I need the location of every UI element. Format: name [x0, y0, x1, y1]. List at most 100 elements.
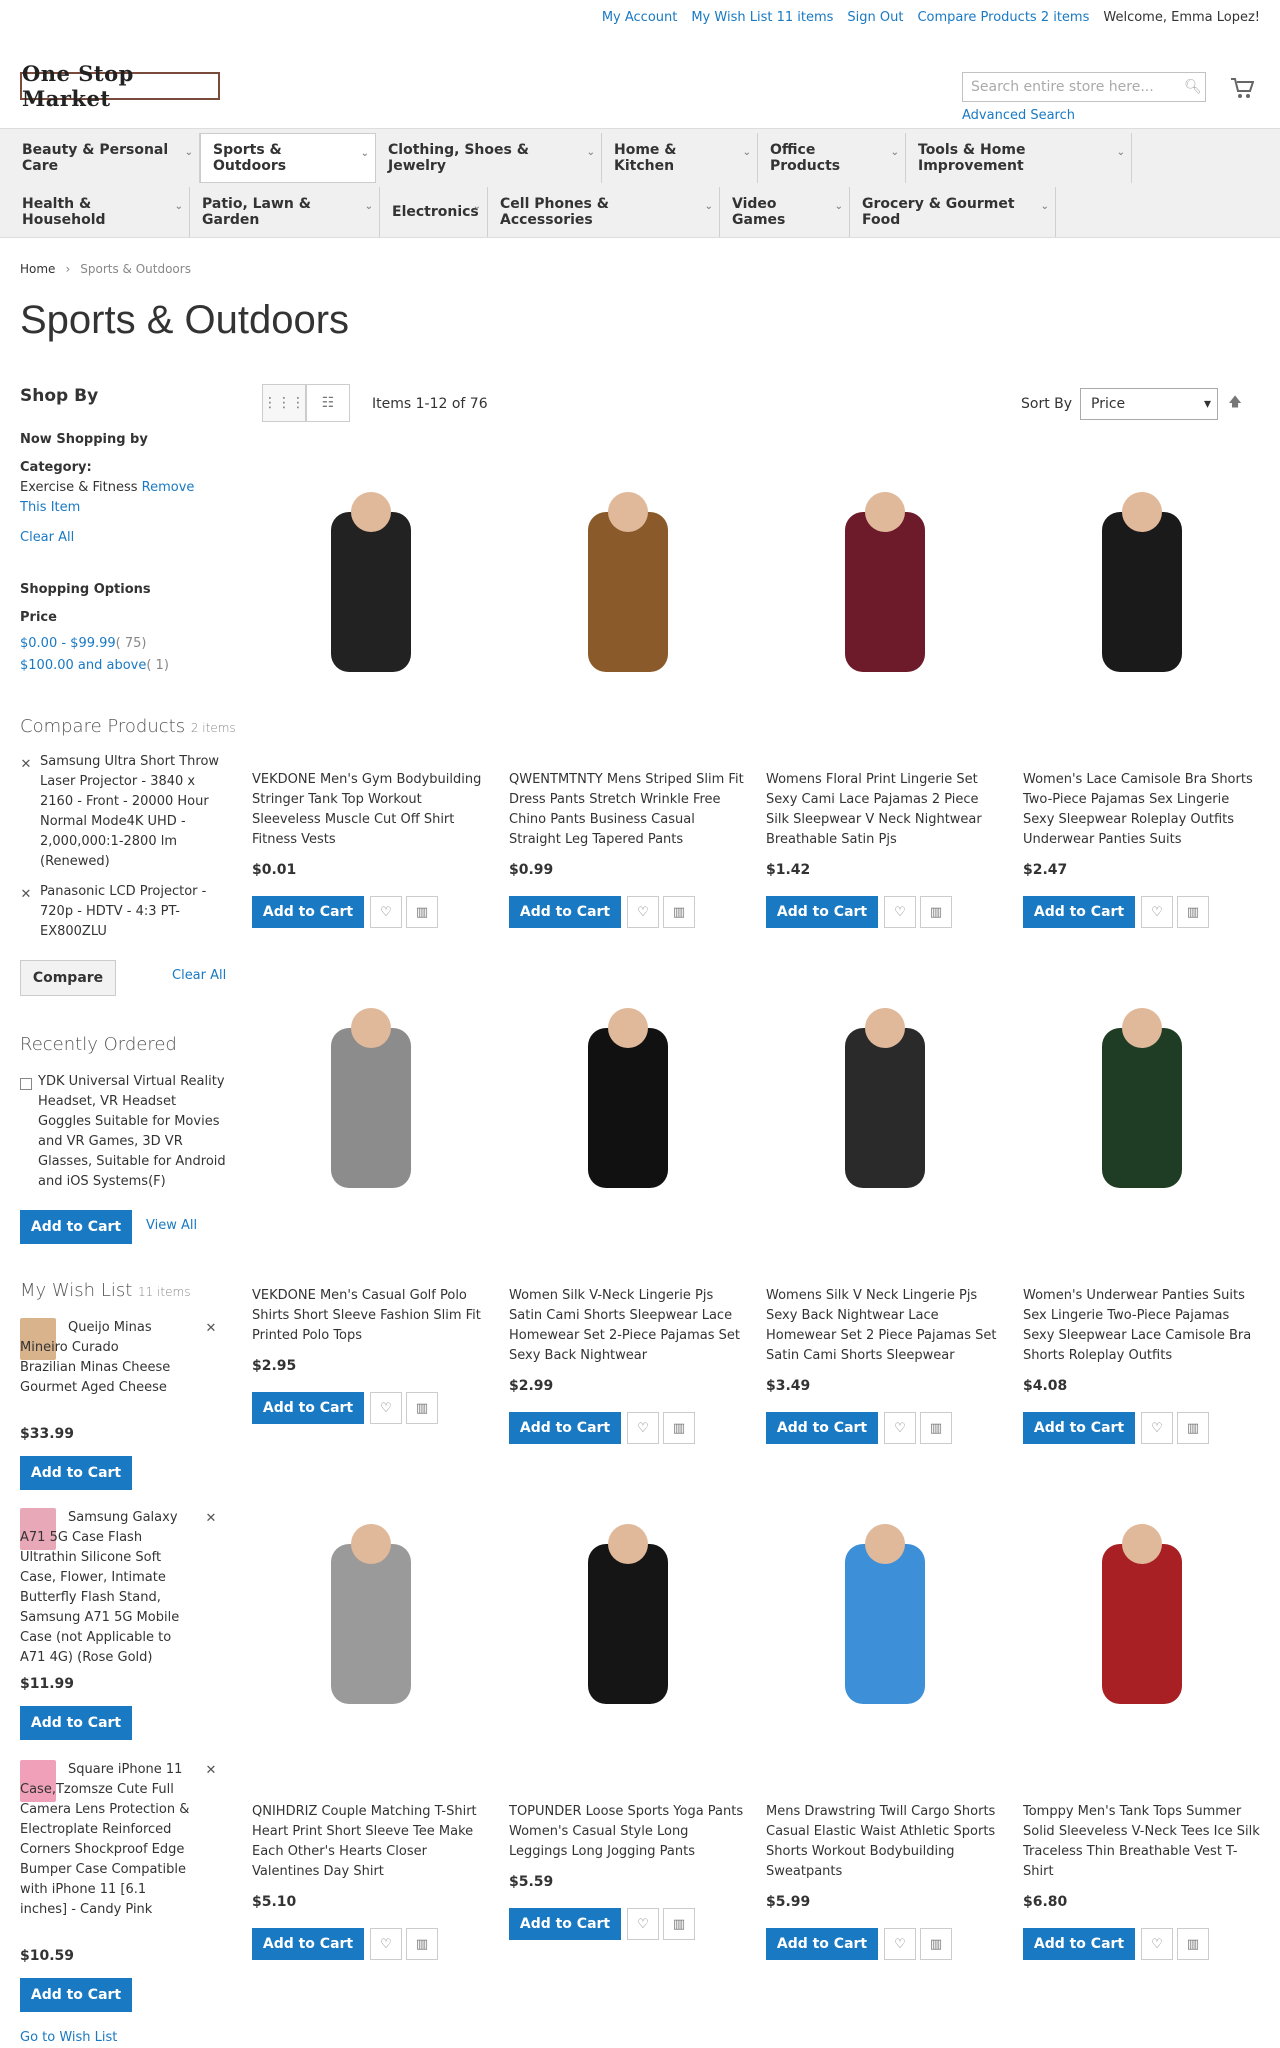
- remove-wishlist-item-icon[interactable]: ✕: [203, 1762, 219, 1778]
- product-image[interactable]: [766, 980, 1003, 1276]
- wishlist-add-to-cart-button[interactable]: Add to Cart: [20, 1456, 132, 1490]
- wishlist-heart-icon[interactable]: ♡: [627, 1908, 659, 1940]
- wishlist-heart-icon[interactable]: ♡: [1141, 896, 1173, 928]
- list-view-icon[interactable]: ☷: [306, 384, 350, 422]
- product-name-link[interactable]: Tomppy Men's Tank Tops Summer Solid Slee…: [1023, 1802, 1260, 1882]
- wishlist-add-to-cart-button[interactable]: Add to Cart: [20, 1978, 132, 2012]
- wishlist-item-link[interactable]: Samsung Galaxy A71 5G Case Flash Ultrath…: [20, 1508, 196, 1668]
- compare-chart-icon[interactable]: ▥: [406, 1928, 438, 1960]
- recent-item-link[interactable]: YDK Universal Virtual Reality Headset, V…: [38, 1072, 228, 1192]
- nav-home-kitchen[interactable]: Home & Kitchen: [602, 133, 758, 183]
- compare-chart-icon[interactable]: ▥: [663, 1908, 695, 1940]
- compare-button[interactable]: Compare: [20, 960, 116, 996]
- nav-sports[interactable]: Sports & Outdoors: [200, 133, 376, 183]
- wishlist-heart-icon[interactable]: ♡: [884, 1928, 916, 1960]
- wishlist-item-link[interactable]: Queijo Minas Mineiro Curado Brazilian Mi…: [20, 1318, 172, 1398]
- search-input[interactable]: Search entire store here...: [962, 72, 1206, 102]
- compare-item-link[interactable]: Samsung Ultra Short Throw Laser Projecto…: [40, 752, 220, 872]
- nav-cell-phones[interactable]: Cell Phones & Accessories: [488, 187, 720, 237]
- wishlist-heart-icon[interactable]: ♡: [884, 896, 916, 928]
- product-name-link[interactable]: Women's Lace Camisole Bra Shorts Two-Pie…: [1023, 770, 1260, 850]
- product-image[interactable]: [252, 464, 489, 760]
- store-logo[interactable]: One Stop Market: [20, 61, 220, 111]
- product-name-link[interactable]: Women's Underwear Panties Suits Sex Ling…: [1023, 1286, 1260, 1366]
- compare-chart-icon[interactable]: ▥: [1177, 896, 1209, 928]
- search-icon[interactable]: 🔍︎: [1182, 74, 1204, 100]
- product-image[interactable]: [509, 1496, 746, 1792]
- wishlist-heart-icon[interactable]: ♡: [370, 1392, 402, 1424]
- remove-compare-item-icon[interactable]: ✕: [18, 886, 34, 902]
- add-to-cart-button[interactable]: Add to Cart: [509, 896, 621, 928]
- price-option-0[interactable]: $0.00 - $99.99( 75): [20, 636, 147, 651]
- product-name-link[interactable]: Womens Silk V Neck Lingerie Pjs Sexy Bac…: [766, 1286, 1003, 1366]
- wishlist-add-to-cart-button[interactable]: Add to Cart: [20, 1706, 132, 1740]
- add-to-cart-button[interactable]: Add to Cart: [252, 1392, 364, 1424]
- product-image[interactable]: [509, 980, 746, 1276]
- wishlist-heart-icon[interactable]: ♡: [1141, 1928, 1173, 1960]
- product-image[interactable]: [252, 980, 489, 1276]
- wishlist-heart-icon[interactable]: ♡: [370, 896, 402, 928]
- wishlist-heart-icon[interactable]: ♡: [884, 1412, 916, 1444]
- cart-icon[interactable]: [1226, 72, 1258, 104]
- product-name-link[interactable]: QNIHDRIZ Couple Matching T-Shirt Heart P…: [252, 1802, 489, 1882]
- compare-chart-icon[interactable]: ▥: [920, 1928, 952, 1960]
- nav-patio[interactable]: Patio, Lawn & Garden: [190, 187, 380, 237]
- compare-chart-icon[interactable]: ▥: [406, 1392, 438, 1424]
- add-to-cart-button[interactable]: Add to Cart: [766, 1412, 878, 1444]
- wishlist-item-link[interactable]: Square iPhone 11 Case,Tzomsze Cute Full …: [20, 1760, 196, 1920]
- add-to-cart-button[interactable]: Add to Cart: [252, 896, 364, 928]
- compare-clear-all-link[interactable]: Clear All: [172, 968, 226, 983]
- compare-chart-icon[interactable]: ▥: [1177, 1412, 1209, 1444]
- my-account-link[interactable]: My Account: [602, 10, 678, 25]
- compare-item-link[interactable]: Panasonic LCD Projector - 720p - HDTV - …: [40, 882, 210, 942]
- product-name-link[interactable]: VEKDONE Men's Gym Bodybuilding Stringer …: [252, 770, 489, 850]
- product-image[interactable]: [252, 1496, 489, 1792]
- product-image[interactable]: [509, 464, 746, 760]
- recent-view-all-link[interactable]: View All: [146, 1218, 197, 1233]
- sort-direction-arrow-icon[interactable]: 🡅︎: [1222, 390, 1248, 418]
- nav-video-games[interactable]: Video Games: [720, 187, 850, 237]
- remove-wishlist-item-icon[interactable]: ✕: [203, 1510, 219, 1526]
- add-to-cart-button[interactable]: Add to Cart: [1023, 896, 1135, 928]
- wishlist-heart-icon[interactable]: ♡: [370, 1928, 402, 1960]
- compare-chart-icon[interactable]: ▥: [920, 1412, 952, 1444]
- product-name-link[interactable]: VEKDONE Men's Casual Golf Polo Shirts Sh…: [252, 1286, 489, 1346]
- product-image[interactable]: [1023, 464, 1260, 760]
- nav-beauty[interactable]: Beauty & Personal Care: [10, 133, 200, 183]
- go-to-wishlist-link[interactable]: Go to Wish List: [20, 2030, 117, 2045]
- compare-chart-icon[interactable]: ▥: [1177, 1928, 1209, 1960]
- remove-wishlist-item-icon[interactable]: ✕: [203, 1320, 219, 1336]
- product-image[interactable]: [766, 1496, 1003, 1792]
- compare-products-link[interactable]: Compare Products 2 items: [917, 10, 1089, 25]
- nav-electronics[interactable]: Electronics: [380, 187, 488, 237]
- product-name-link[interactable]: Womens Floral Print Lingerie Set Sexy Ca…: [766, 770, 1003, 850]
- product-image[interactable]: [766, 464, 1003, 760]
- add-to-cart-button[interactable]: Add to Cart: [766, 896, 878, 928]
- add-to-cart-button[interactable]: Add to Cart: [509, 1908, 621, 1940]
- grid-view-icon[interactable]: ⋮⋮⋮: [262, 384, 306, 422]
- nav-tools[interactable]: Tools & Home Improvement: [906, 133, 1132, 183]
- add-to-cart-button[interactable]: Add to Cart: [252, 1928, 364, 1960]
- compare-chart-icon[interactable]: ▥: [663, 1412, 695, 1444]
- compare-chart-icon[interactable]: ▥: [920, 896, 952, 928]
- product-name-link[interactable]: Women Silk V-Neck Lingerie Pjs Satin Cam…: [509, 1286, 746, 1366]
- price-option-1[interactable]: $100.00 and above( 1): [20, 658, 169, 673]
- nav-health[interactable]: Health & Household: [10, 187, 190, 237]
- add-to-cart-button[interactable]: Add to Cart: [1023, 1928, 1135, 1960]
- product-image[interactable]: [1023, 980, 1260, 1276]
- nav-grocery[interactable]: Grocery & Gourmet Food: [850, 187, 1056, 237]
- recent-add-to-cart-button[interactable]: Add to Cart: [20, 1210, 132, 1244]
- nav-office[interactable]: Office Products: [758, 133, 906, 183]
- product-name-link[interactable]: Mens Drawstring Twill Cargo Shorts Casua…: [766, 1802, 1003, 1882]
- compare-chart-icon[interactable]: ▥: [663, 896, 695, 928]
- add-to-cart-button[interactable]: Add to Cart: [1023, 1412, 1135, 1444]
- nav-clothing[interactable]: Clothing, Shoes & Jewelry: [376, 133, 602, 183]
- wishlist-heart-icon[interactable]: ♡: [627, 896, 659, 928]
- remove-compare-item-icon[interactable]: ✕: [18, 756, 34, 772]
- breadcrumb-home[interactable]: Home: [20, 262, 55, 276]
- add-to-cart-button[interactable]: Add to Cart: [509, 1412, 621, 1444]
- wishlist-heart-icon[interactable]: ♡: [627, 1412, 659, 1444]
- recent-item-checkbox[interactable]: [20, 1078, 32, 1090]
- product-name-link[interactable]: QWENTMTNTY Mens Striped Slim Fit Dress P…: [509, 770, 746, 850]
- my-wishlist-link[interactable]: My Wish List 11 items: [691, 10, 833, 25]
